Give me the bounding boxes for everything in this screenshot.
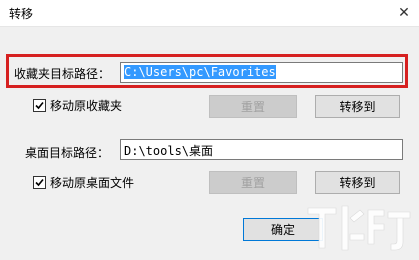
desktop-path-input[interactable]: D:\tools\桌面	[120, 139, 403, 160]
move-desktop-checkbox[interactable]: 移动原桌面文件	[33, 174, 134, 191]
checkbox-icon[interactable]	[33, 99, 46, 112]
confirm-label: 确定	[270, 223, 295, 237]
move-favorites-checkbox[interactable]: 移动原收藏夹	[33, 97, 122, 114]
desktop-reset-label: 重置	[240, 176, 265, 190]
checkbox-icon[interactable]	[33, 176, 46, 189]
favorites-reset-label: 重置	[240, 100, 265, 114]
favorites-path-value: C:\Users\pc\Favorites	[124, 65, 276, 79]
move-favorites-label: 移动原收藏夹	[50, 99, 123, 113]
move-desktop-label: 移动原桌面文件	[50, 176, 135, 190]
window-title: 转移	[9, 7, 34, 21]
close-button[interactable]: ✕	[389, 0, 419, 26]
watermark-logo	[307, 205, 411, 251]
desktop-reset-button[interactable]: 重置	[209, 171, 297, 194]
desktop-path-value: D:\tools\桌面	[124, 144, 214, 158]
title-bar: 转移 ✕	[0, 0, 419, 27]
favorites-path-input[interactable]: C:\Users\pc\Favorites	[120, 62, 403, 83]
favorites-reset-button[interactable]: 重置	[209, 95, 297, 118]
desktop-path-label: 桌面目标路径：	[25, 146, 110, 160]
favorites-move-to-label: 转移到	[339, 100, 376, 114]
favorites-path-label: 收藏夹目标路径：	[14, 67, 111, 81]
favorites-move-to-button[interactable]: 转移到	[315, 95, 400, 118]
close-icon: ✕	[398, 5, 410, 21]
